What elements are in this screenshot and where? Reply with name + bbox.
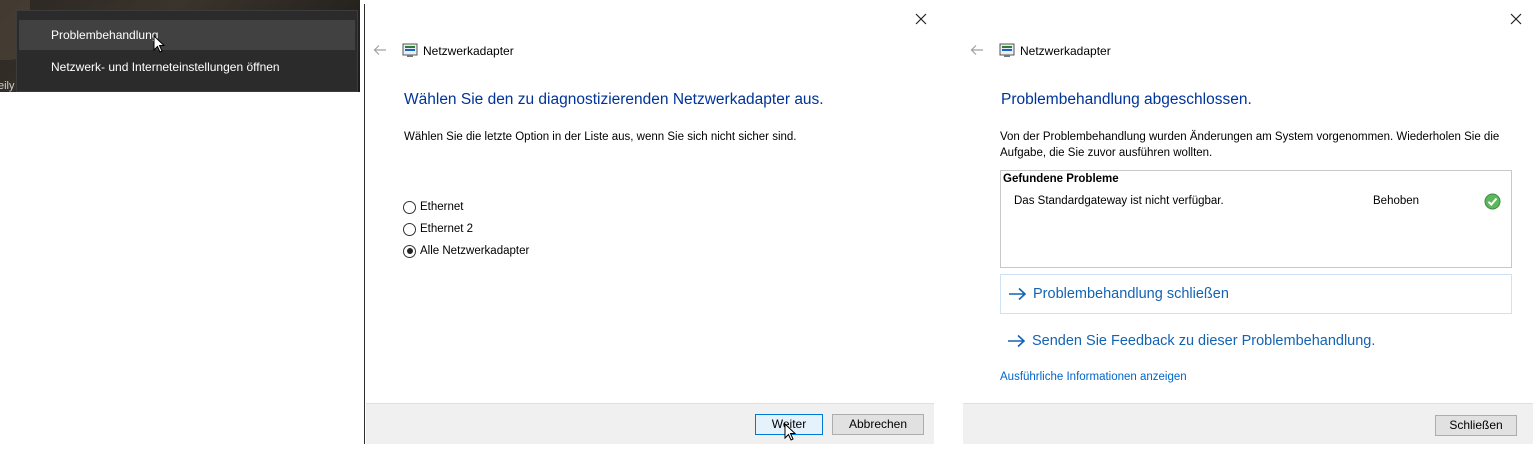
page-heading: Wählen Sie den zu diagnostizierenden Net…: [404, 91, 824, 108]
radio-label: Ethernet 2: [420, 223, 474, 235]
check-icon: [1484, 193, 1501, 210]
radio-button-selected[interactable]: [403, 244, 416, 258]
network-adapter-icon: [999, 43, 1015, 57]
problems-title: Gefundene Probleme: [1003, 173, 1119, 185]
problem-description: Das Standardgateway ist nicht verfügbar.: [1014, 195, 1224, 207]
radio-option-ethernet[interactable]: Ethernet: [403, 199, 463, 215]
radio-option-all-adapters[interactable]: Alle Netzwerkadapter: [403, 243, 529, 259]
dialog-title: Netzwerkadapter: [1020, 44, 1111, 58]
desktop-edge-text: eily: [0, 80, 15, 92]
arrow-right-icon: [1009, 287, 1027, 301]
tray-context-menu: Problembehandlung Netzwerk- und Internet…: [16, 10, 358, 92]
troubleshooting-result-dialog: Netzwerkadapter Problembehandlung abgesc…: [963, 0, 1533, 444]
radio-button[interactable]: [403, 222, 416, 236]
send-feedback-label: Senden Sie Feedback zu dieser Problembeh…: [1032, 333, 1376, 349]
problems-found-box: Gefundene Probleme Das Standardgateway i…: [1000, 170, 1512, 268]
close-icon[interactable]: [911, 9, 931, 29]
radio-button[interactable]: [403, 200, 416, 214]
menu-item-network-settings[interactable]: Netzwerk- und Interneteinstellungen öffn…: [19, 52, 355, 82]
problem-status: Behoben: [1373, 195, 1420, 207]
close-button[interactable]: Schließen: [1435, 415, 1517, 436]
network-adapter-icon: [402, 43, 418, 57]
select-adapter-dialog: Netzwerkadapter Wählen Sie den zu diagno…: [366, 0, 934, 444]
dialog-title: Netzwerkadapter: [423, 44, 514, 58]
show-details-link[interactable]: Ausführliche Informationen anzeigen: [1000, 371, 1187, 383]
dialog-footer: Weiter Abbrechen: [366, 403, 934, 444]
back-arrow-icon[interactable]: [969, 42, 985, 58]
dialog-footer: Schließen: [963, 403, 1533, 444]
radio-option-ethernet-2[interactable]: Ethernet 2: [403, 221, 473, 237]
result-description: Von der Problembehandlung wurden Änderun…: [1000, 131, 1500, 159]
mouse-cursor-icon: [153, 35, 166, 53]
instruction-text: Wählen Sie die letzte Option in der List…: [404, 131, 797, 143]
panel-divider: [364, 4, 365, 444]
send-feedback-link[interactable]: Senden Sie Feedback zu dieser Problembeh…: [1000, 321, 1512, 361]
menu-item-troubleshoot[interactable]: Problembehandlung: [19, 20, 355, 50]
arrow-right-icon: [1008, 334, 1026, 348]
page-heading: Problembehandlung abgeschlossen.: [1001, 91, 1252, 108]
cancel-button[interactable]: Abbrechen: [832, 414, 924, 435]
close-troubleshooter-label: Problembehandlung schließen: [1033, 286, 1229, 302]
radio-label: Alle Netzwerkadapter: [420, 245, 530, 257]
mouse-cursor-icon: [784, 423, 797, 441]
close-icon[interactable]: [1506, 9, 1526, 29]
close-troubleshooter-link[interactable]: Problembehandlung schließen: [1000, 274, 1512, 314]
radio-label: Ethernet: [420, 201, 464, 213]
back-arrow-icon[interactable]: [372, 42, 388, 58]
